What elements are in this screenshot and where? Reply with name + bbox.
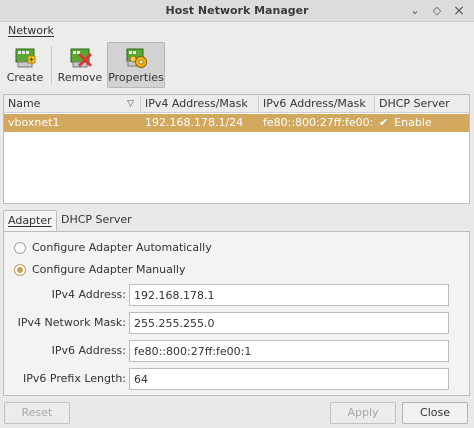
minimize-icon[interactable]: ⌄ — [408, 4, 422, 18]
sort-chevron-icon: ▽ — [127, 99, 134, 109]
ipv6-address-input[interactable] — [129, 340, 449, 362]
ipv6-prefix-length-input[interactable] — [129, 368, 449, 390]
adapter-panel: Configure Adapter Automatically Configur… — [3, 231, 470, 396]
cell-ipv6: fe80::800:27ff:fe00:1 — [263, 116, 375, 129]
tab-adapter[interactable]: Adapter — [3, 210, 57, 232]
title-bar: Host Network Manager ⌄ ◇ × — [0, 0, 474, 22]
table-header: Name ▽ IPv4 Address/Mask IPv6 Address/Ma… — [4, 95, 469, 113]
ipv6-prefix-length-label: IPv6 Prefix Length: — [23, 372, 126, 385]
ipv4-network-mask-label: IPv4 Network Mask: — [17, 316, 126, 329]
radio-label-manual[interactable]: Configure Adapter Manually — [32, 263, 185, 276]
create-label: Create — [6, 71, 44, 84]
properties-button[interactable]: Properties — [107, 42, 165, 88]
host-network-table[interactable]: Name ▽ IPv4 Address/Mask IPv6 Address/Ma… — [3, 94, 470, 204]
column-header-dhcp[interactable]: DHCP Server — [375, 95, 469, 113]
column-header-name[interactable]: Name ▽ — [4, 95, 141, 113]
properties-gear-icon — [126, 48, 147, 68]
toolbar: Create Remove Properties — [0, 40, 474, 90]
remove-button[interactable]: Remove — [56, 42, 104, 88]
toolbar-separator — [51, 46, 52, 84]
table-row[interactable]: vboxnet1 192.168.178.1/24 fe80::800:27ff… — [4, 114, 469, 132]
maximize-icon[interactable]: ◇ — [430, 4, 444, 18]
tab-bar: Adapter DHCP Server — [3, 210, 470, 232]
apply-button[interactable]: Apply — [330, 402, 396, 424]
create-network-icon — [15, 48, 36, 68]
cell-name: vboxnet1 — [8, 116, 60, 129]
radio-configure-automatically[interactable] — [14, 242, 26, 254]
checkmark-icon[interactable]: ✔ — [379, 116, 388, 129]
window-title: Host Network Manager — [165, 4, 309, 17]
cell-ipv4: 192.168.178.1/24 — [145, 116, 244, 129]
column-header-ipv6[interactable]: IPv6 Address/Mask — [259, 95, 375, 113]
remove-label: Remove — [57, 71, 103, 84]
ipv6-address-label: IPv6 Address: — [51, 344, 126, 357]
ipv4-address-input[interactable] — [129, 284, 449, 306]
reset-button[interactable]: Reset — [4, 402, 70, 424]
create-button[interactable]: Create — [4, 42, 46, 88]
ipv4-address-label: IPv4 Address: — [51, 288, 126, 301]
tab-dhcp-server[interactable]: DHCP Server — [57, 210, 136, 232]
close-icon[interactable]: × — [452, 4, 466, 18]
menu-network[interactable]: Network — [8, 24, 54, 37]
cell-dhcp-label: Enable — [394, 116, 432, 129]
close-button[interactable]: Close — [402, 402, 468, 424]
column-header-ipv4[interactable]: IPv4 Address/Mask — [141, 95, 259, 113]
cell-dhcp[interactable]: ✔ Enable — [375, 114, 469, 132]
radio-label-automatic[interactable]: Configure Adapter Automatically — [32, 241, 212, 254]
radio-configure-manually[interactable] — [14, 264, 26, 276]
properties-label: Properties — [108, 71, 164, 84]
menu-bar: Network — [0, 22, 474, 40]
ipv4-network-mask-input[interactable] — [129, 312, 449, 334]
remove-network-icon — [70, 48, 92, 68]
